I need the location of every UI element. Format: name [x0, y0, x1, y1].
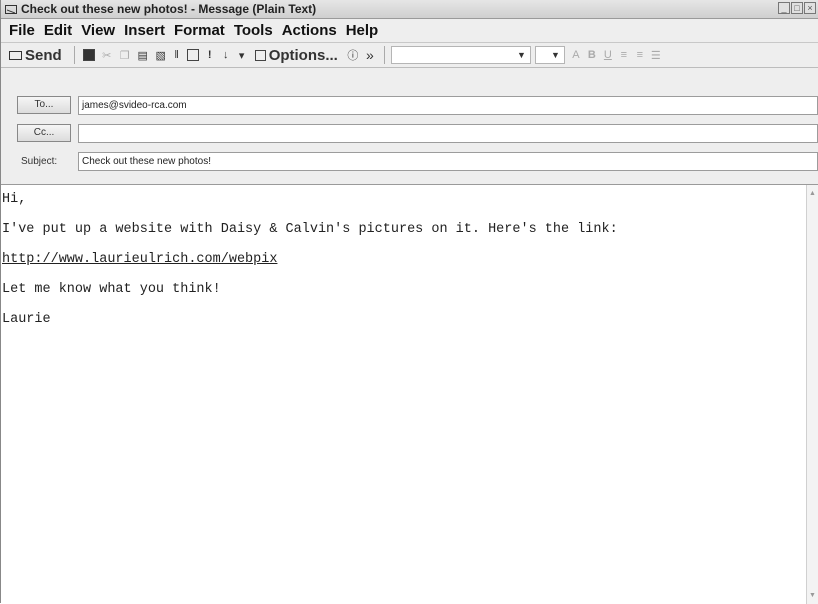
cut-icon[interactable]: ✂ — [99, 45, 115, 65]
menu-help[interactable]: Help — [346, 22, 379, 39]
bold-icon[interactable]: B — [585, 45, 599, 65]
minimize-button[interactable]: _ — [778, 2, 790, 14]
body-greeting: Hi, — [2, 192, 27, 207]
align-left-icon[interactable]: ≡ — [617, 45, 631, 65]
chevron-down-icon: ▼ — [550, 50, 560, 60]
body-line: I've put up a website with Daisy & Calvi… — [2, 222, 618, 237]
attachment-icon[interactable]: ǁ — [171, 45, 183, 65]
save-icon[interactable] — [81, 45, 97, 65]
body-line: Let me know what you think! — [2, 282, 221, 297]
font-size-select[interactable]: ▼ — [534, 46, 565, 64]
bullets-icon[interactable]: ☰ — [649, 45, 663, 65]
standard-toolbar: Send ✂ ❐ ▤ ▧ ǁ ! ↓ ▾ Options... ⓘ » ▼ ▼ … — [1, 42, 818, 68]
underline-icon[interactable]: U — [601, 45, 615, 65]
insert-file-icon[interactable]: ▧ — [153, 45, 169, 65]
window-title: Check out these new photos! - Message (P… — [21, 2, 317, 16]
low-importance-icon[interactable]: ↓ — [219, 45, 233, 65]
title-bar: Check out these new photos! - Message (P… — [1, 0, 818, 19]
maximize-button[interactable]: □ — [791, 2, 803, 14]
menu-tools[interactable]: Tools — [234, 22, 273, 39]
address-book-icon[interactable] — [185, 45, 201, 65]
menu-format[interactable]: Format — [174, 22, 225, 39]
high-importance-icon[interactable]: ! — [203, 45, 217, 65]
to-button[interactable]: To... — [17, 96, 71, 114]
menu-insert[interactable]: Insert — [124, 22, 165, 39]
body-signature: Laurie — [2, 312, 51, 327]
font-color-icon[interactable]: A — [569, 45, 583, 65]
send-label: Send — [25, 46, 62, 64]
menu-actions[interactable]: Actions — [282, 22, 337, 39]
vertical-scrollbar[interactable]: ▲ ▼ — [806, 185, 818, 604]
options-label: Options... — [268, 46, 338, 64]
body-link[interactable]: http://www.laurieulrich.com/webpix — [2, 249, 618, 271]
options-button[interactable]: Options... — [251, 45, 342, 65]
toolbar-separator — [73, 46, 75, 64]
close-button[interactable]: × — [804, 2, 816, 14]
chevron-down-icon: ▼ — [516, 50, 526, 60]
cc-field[interactable] — [78, 124, 818, 143]
options-icon — [254, 49, 266, 61]
to-field[interactable]: james@svideo-rca.com — [78, 96, 818, 115]
subject-row: Subject: Check out these new photos! — [1, 152, 818, 172]
message-header: To... james@svideo-rca.com Cc... Subject… — [1, 68, 818, 178]
window-controls: _ □ × — [778, 2, 816, 14]
message-body-text[interactable]: Hi, I've put up a website with Daisy & C… — [2, 189, 618, 331]
menu-bar: File Edit View Insert Format Tools Actio… — [1, 19, 818, 41]
menu-view[interactable]: View — [81, 22, 115, 39]
help-icon[interactable]: ⓘ — [344, 45, 362, 65]
send-icon — [9, 50, 22, 60]
menu-file[interactable]: File — [9, 22, 35, 39]
scroll-up-icon[interactable]: ▲ — [808, 189, 817, 198]
copy-icon[interactable]: ❐ — [117, 45, 133, 65]
cc-button[interactable]: Cc... — [17, 124, 71, 142]
subject-label: Subject: — [21, 156, 58, 167]
paste-icon[interactable]: ▤ — [135, 45, 151, 65]
message-body[interactable]: Hi, I've put up a website with Daisy & C… — [1, 184, 818, 604]
menu-edit[interactable]: Edit — [44, 22, 72, 39]
subject-field[interactable]: Check out these new photos! — [78, 152, 818, 171]
message-window: Check out these new photos! - Message (P… — [0, 0, 818, 604]
toolbar-overflow-icon[interactable]: » — [364, 45, 376, 65]
toolbar-separator — [383, 46, 385, 64]
scroll-down-icon[interactable]: ▼ — [808, 591, 817, 600]
flag-icon[interactable]: ▾ — [235, 45, 249, 65]
font-select[interactable]: ▼ — [390, 46, 531, 64]
align-center-icon[interactable]: ≡ — [633, 45, 647, 65]
cc-row: Cc... — [1, 124, 818, 144]
envelope-icon — [5, 4, 17, 14]
to-row: To... james@svideo-rca.com — [1, 96, 818, 116]
send-button[interactable]: Send — [5, 45, 66, 65]
